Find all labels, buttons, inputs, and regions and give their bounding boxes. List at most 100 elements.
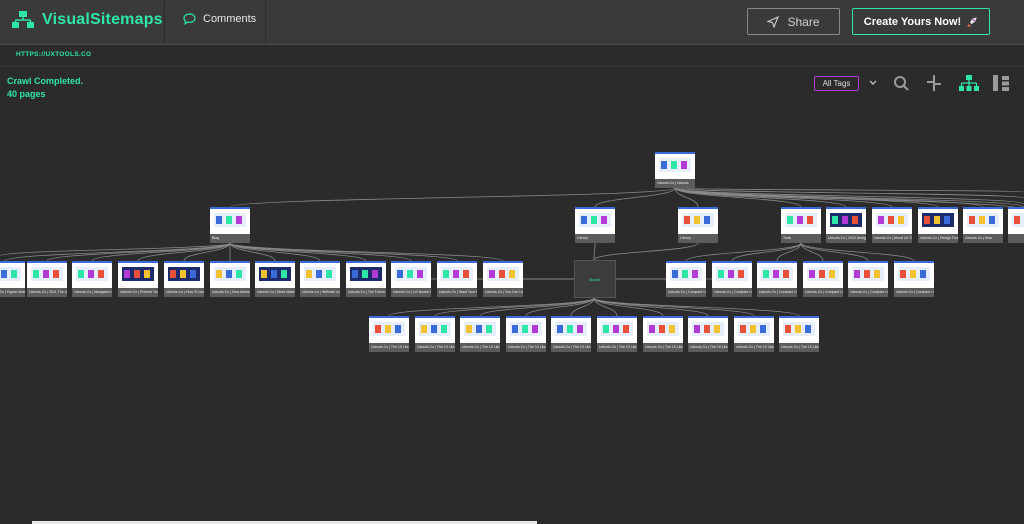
sitemap-node[interactable]: Uxtools.Co | You Can Use Prompts Mo... xyxy=(483,261,523,297)
create-yours-button[interactable]: Create Yours Now! xyxy=(852,8,990,35)
page-thumbnail-header xyxy=(575,207,615,209)
page-thumbnail-block xyxy=(476,325,482,333)
page-thumbnail-block xyxy=(417,270,423,278)
sitemap-node[interactable]: Uxtools.Co | Compare UX Tools xyxy=(757,261,797,297)
page-thumbnail-block xyxy=(681,161,687,169)
site-url[interactable]: HTTPS://UXTOOLS.CO xyxy=(16,51,91,58)
sitemap-node[interactable]: Uxtools.Co | Design Tools Survey xyxy=(918,207,958,243)
page-thumbnail-block xyxy=(509,270,515,278)
tags-filter[interactable]: All Tags xyxy=(814,76,859,91)
sitemap-node[interactable]: Uxtools.Co | The 10 Library xyxy=(415,316,455,352)
sitemap-node[interactable]: Uxtools.Co | Navigation Learning... xyxy=(72,261,112,297)
page-thumbnail-block xyxy=(684,216,690,224)
sitemap-node[interactable]: Uxtools.Co | 2021 The UX Prototyping Too… xyxy=(27,261,67,297)
sitemap-node[interactable]: Blog xyxy=(210,207,250,243)
sitemap-node[interactable]: Uxtools.Co | The 10 Library xyxy=(779,316,819,352)
sitemap-node[interactable]: Uxtools.Co | The Future Of The UX De... xyxy=(346,261,386,297)
connector-line xyxy=(229,242,458,262)
chevron-down-icon[interactable] xyxy=(868,79,878,87)
collapse-icon[interactable] xyxy=(925,74,943,92)
app-name: VisualSitemaps xyxy=(42,11,163,28)
sitemap-node[interactable]: Uxtools.Co | The 10 Library xyxy=(506,316,546,352)
page-thumbnail-header xyxy=(72,261,112,263)
page-thumbnail-block xyxy=(581,216,587,224)
page-thumbnail-header xyxy=(688,316,728,318)
sitemap-node[interactable]: Uxtools.Co | How Adobe XD Presents... xyxy=(210,261,250,297)
sitemap-node[interactable]: Uxtools.Co | The 10 Library xyxy=(551,316,591,352)
page-label: Uxtools.Co | Compare UX Tools xyxy=(712,288,752,297)
sitemap-node[interactable]: Uxtools.Co | Sear xyxy=(963,207,1003,243)
page-thumbnail-block xyxy=(11,270,17,278)
page-thumbnail-header xyxy=(300,261,340,263)
search-icon[interactable] xyxy=(893,75,910,92)
sitemap-node[interactable]: Uxtools.Co | Compare UX Tools xyxy=(894,261,934,297)
page-thumbnail-block xyxy=(1014,216,1020,224)
logo[interactable]: VisualSitemaps xyxy=(12,10,163,30)
comments-label: Comments xyxy=(203,13,257,25)
sitemap-node[interactable] xyxy=(1008,207,1024,243)
sitemap-node[interactable]: Uxtools.Co | The 10 Library xyxy=(643,316,683,352)
page-thumbnail-header xyxy=(210,261,250,263)
page-thumbnail-block xyxy=(170,270,176,278)
page-label: Uxtools.Co | The 10 Library xyxy=(734,343,774,352)
page-label: Uxtools.Co | Figma Variable... xyxy=(0,288,25,297)
page-label: Uxtools.Co | Sear xyxy=(963,234,1003,243)
sitemap-node[interactable]: Uxtools.Co | Figma Variable... xyxy=(0,261,25,297)
sitemap-node[interactable]: Uxtools.Co | The 10 Library xyxy=(734,316,774,352)
sitemap-node[interactable]: Uxtools.Co | About UX Tools xyxy=(872,207,912,243)
sitemap-node[interactable]: Uxtools.Co | The 10 Library xyxy=(597,316,637,352)
page-thumbnail-header xyxy=(872,207,912,209)
sitemap-node[interactable]: Uxtools.Co | How To Use Prompts For Ma..… xyxy=(164,261,204,297)
vertical-layout-icon[interactable] xyxy=(992,74,1010,92)
page-thumbnail-block xyxy=(53,270,59,278)
page-thumbnail-block xyxy=(33,270,39,278)
page-thumbnail-header xyxy=(643,316,683,318)
page-thumbnail-block xyxy=(489,270,495,278)
page-label: Uxtools.Co | The 10 Library xyxy=(415,343,455,352)
sitemap-canvas[interactable]: Uxtools.Co | Uxtools Blog Library Library To… xyxy=(0,100,1024,524)
page-thumbnail-block xyxy=(694,216,700,224)
page-thumbnail-block xyxy=(969,216,975,224)
sitemap-node[interactable]: Uxtools.Co | Compare UX Tools xyxy=(803,261,843,297)
sitemap-node[interactable]: Uxtools.Co | Website Vs. Adobe XD Vs. Fi… xyxy=(300,261,340,297)
sitemap-node[interactable]: Uxtools.Co | The 10 Library xyxy=(369,316,409,352)
page-thumbnail-block xyxy=(316,270,322,278)
sitemap-node[interactable]: Uxtools.Co | Compare UX Tools xyxy=(848,261,888,297)
sitemap-node[interactable]: Uxtools.Co | Need Make Prototyping U... xyxy=(255,261,295,297)
page-label: Uxtools.Co | You Can Use Prompts Mo... xyxy=(483,288,523,297)
sitemap-node[interactable]: Tools xyxy=(781,207,821,243)
page-label: Uxtools.Co | Compare UX Tools xyxy=(666,288,706,297)
tree-layout-icon[interactable] xyxy=(958,74,980,92)
page-thumbnail-block xyxy=(180,270,186,278)
page-thumbnail-block xyxy=(453,270,459,278)
sitemap-node-books[interactable]: Books xyxy=(574,260,616,298)
comments-button[interactable]: Comments xyxy=(183,13,256,25)
share-button[interactable]: Share xyxy=(747,8,840,35)
page-label: Library xyxy=(575,234,615,243)
page-thumbnail-block xyxy=(900,270,906,278)
page-thumbnail-header xyxy=(255,261,295,263)
page-thumbnail-header xyxy=(118,261,158,263)
page-thumbnail-header xyxy=(164,261,204,263)
sitemap-node[interactable]: Uxtools.Co | The 10 Library xyxy=(460,316,500,352)
page-label xyxy=(1008,234,1024,243)
connector-line xyxy=(434,297,595,317)
sitemap-node-root[interactable]: Uxtools.Co | Uxtools xyxy=(655,152,695,188)
sitemap-node[interactable]: Library xyxy=(678,207,718,243)
sitemap-node[interactable]: Uxtools.Co | Prevent Your Stakeholders F… xyxy=(118,261,158,297)
page-thumbnail-block xyxy=(236,216,242,224)
sitemap-node[interactable]: Uxtools.Co | 2019 Design Tools Survey xyxy=(826,207,866,243)
page-thumbnail-block xyxy=(934,216,940,224)
page-thumbnail-block xyxy=(864,270,870,278)
sitemap-node[interactable]: Uxtools.Co | The 10 Library xyxy=(688,316,728,352)
page-thumbnail-block xyxy=(898,216,904,224)
sitemap-node[interactable]: Uxtools.Co | Compare UX Tools xyxy=(666,261,706,297)
page-label: Uxtools.Co | Uxtools xyxy=(655,179,695,188)
page-thumbnail-header xyxy=(734,316,774,318)
sitemap-node[interactable]: Uxtools.Co | Want Your Relations Are... xyxy=(437,261,477,297)
sitemap-node[interactable]: Uxtools.Co | UX Books Survey Result... xyxy=(391,261,431,297)
crawl-status-text: Crawl Completed. xyxy=(7,76,84,86)
sitemap-node[interactable]: Library xyxy=(575,207,615,243)
sitemap-node[interactable]: Uxtools.Co | Compare UX Tools xyxy=(712,261,752,297)
page-thumbnail-block xyxy=(797,216,803,224)
